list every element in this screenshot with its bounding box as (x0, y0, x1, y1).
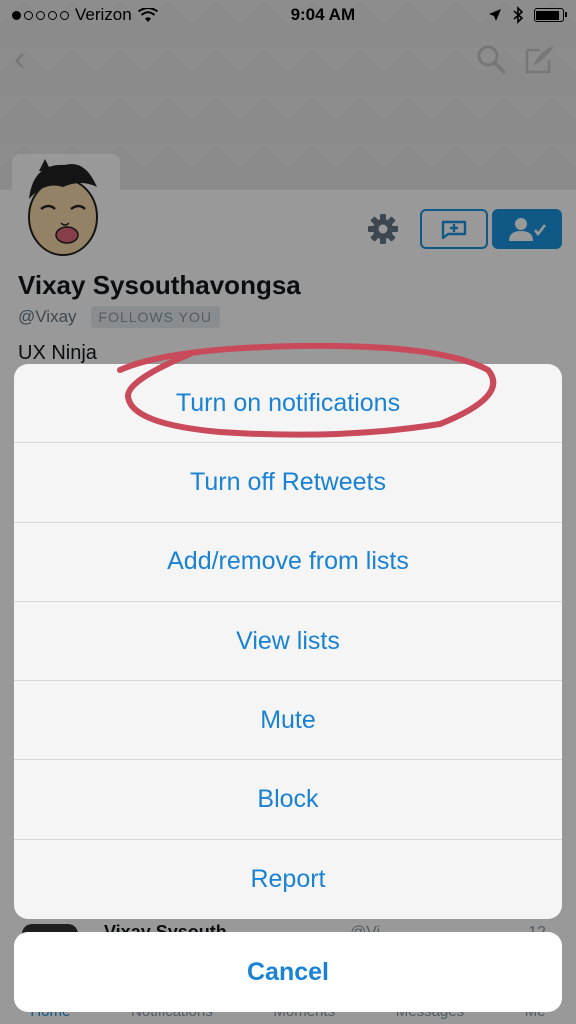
action-sheet: Turn on notifications Turn off Retweets … (14, 364, 562, 919)
report-button[interactable]: Report (14, 840, 562, 919)
turn-on-notifications-button[interactable]: Turn on notifications (14, 364, 562, 444)
view-lists-button[interactable]: View lists (14, 602, 562, 682)
cancel-button[interactable]: Cancel (14, 932, 562, 1012)
mute-button[interactable]: Mute (14, 681, 562, 761)
turn-off-retweets-button[interactable]: Turn off Retweets (14, 443, 562, 523)
add-remove-lists-button[interactable]: Add/remove from lists (14, 523, 562, 602)
block-button[interactable]: Block (14, 760, 562, 840)
